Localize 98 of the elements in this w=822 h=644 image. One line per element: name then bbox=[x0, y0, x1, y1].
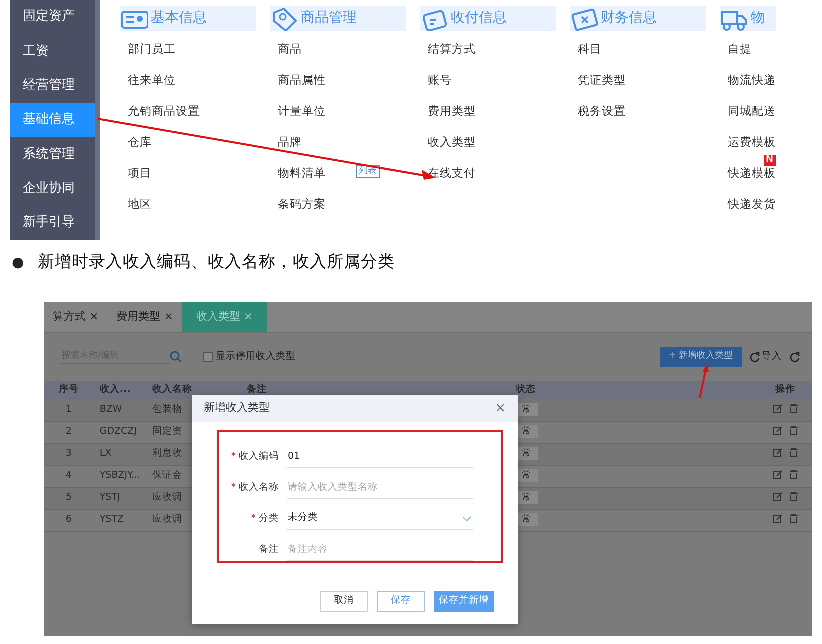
table-cell: 3 bbox=[44, 443, 94, 465]
required-mark: * bbox=[231, 450, 236, 462]
menu-link[interactable]: 同城配送 bbox=[728, 103, 776, 120]
ticket-icon bbox=[570, 6, 598, 30]
table-cell: YSTZ bbox=[94, 509, 146, 531]
checkbox-label: 显示停用收入类型 bbox=[216, 350, 296, 364]
header-title: 物 bbox=[751, 9, 765, 28]
menu-link[interactable]: 账号 bbox=[428, 72, 452, 90]
status-tag: 常 bbox=[516, 512, 538, 526]
sidebar-item[interactable]: 经营管理 bbox=[10, 68, 95, 103]
menu-link[interactable]: 往来单位 bbox=[128, 72, 176, 90]
status-tag: 常 bbox=[516, 402, 538, 416]
table-cell: 6 bbox=[44, 509, 94, 531]
menu-link[interactable]: 仓库 bbox=[128, 134, 152, 152]
menu-link[interactable]: 允销商品设置 bbox=[128, 103, 200, 120]
tag-icon bbox=[270, 6, 298, 30]
menu-link[interactable]: 快递模板 bbox=[728, 165, 776, 182]
add-button[interactable]: + 新增收入类型 bbox=[660, 347, 742, 367]
input-field[interactable]: 备注内容 bbox=[287, 539, 473, 561]
table-cell: LX bbox=[94, 443, 146, 465]
menu-link[interactable]: 科目 bbox=[578, 41, 602, 58]
column-header: 收入... bbox=[94, 381, 146, 399]
dialog-button[interactable]: 取消 bbox=[320, 591, 368, 612]
field-label: 备注 bbox=[258, 542, 280, 557]
column-header: 状态 bbox=[510, 381, 760, 399]
menu-link[interactable]: 商品 bbox=[278, 41, 302, 58]
menu-link[interactable]: 物料清单 bbox=[278, 165, 326, 182]
trash-icon[interactable] bbox=[788, 404, 799, 414]
menu-link[interactable]: 商品属性 bbox=[278, 72, 326, 90]
table-cell: 1 bbox=[44, 399, 94, 421]
trash-icon[interactable] bbox=[788, 426, 799, 436]
tab[interactable]: 算方式 × bbox=[44, 302, 108, 332]
status-tag: 常 bbox=[516, 446, 538, 460]
table-cell: 2 bbox=[44, 421, 94, 443]
menu-link[interactable]: 部门员工 bbox=[128, 41, 176, 58]
button-label: 导入 bbox=[762, 350, 782, 364]
table-cell: 4 bbox=[44, 465, 94, 487]
close-button[interactable]: × bbox=[495, 398, 506, 418]
sidebar-item[interactable]: 工资 bbox=[10, 34, 95, 69]
menu-link[interactable]: 条码方案 bbox=[278, 196, 326, 214]
status-tag: 常 bbox=[516, 490, 538, 504]
refresh-icon bbox=[750, 352, 760, 362]
edit-icon[interactable] bbox=[772, 448, 783, 458]
header-title: 收付信息 bbox=[451, 9, 507, 28]
trash-icon[interactable] bbox=[788, 470, 799, 480]
sidebar-item[interactable]: 新手引导 bbox=[10, 206, 95, 240]
edit-icon[interactable] bbox=[772, 404, 783, 414]
menu-link[interactable]: 收入类型 bbox=[428, 134, 476, 152]
header-title: 商品管理 bbox=[301, 9, 357, 28]
input-field[interactable]: 请输入收入类型名称 bbox=[287, 477, 473, 499]
required-mark: * bbox=[251, 512, 256, 524]
menu-link[interactable]: 税务设置 bbox=[578, 103, 626, 120]
sidebar-item[interactable]: 固定资产 bbox=[10, 0, 95, 34]
sidebar-item[interactable]: 系统管理 bbox=[10, 137, 95, 172]
new-badge: N bbox=[764, 155, 776, 166]
edit-icon[interactable] bbox=[772, 470, 783, 480]
menu-link[interactable]: 自提 bbox=[728, 41, 752, 58]
status-tag: 常 bbox=[516, 468, 538, 482]
menu-link[interactable]: 运费模板 bbox=[728, 134, 776, 152]
table-cell: YSBZJY... bbox=[94, 465, 146, 487]
bullet-icon: ● bbox=[12, 250, 24, 274]
menu-link[interactable]: 项目 bbox=[128, 165, 152, 182]
column-header: 序号 bbox=[44, 381, 94, 399]
tab[interactable]: 费用类型 × bbox=[108, 302, 182, 332]
menu-link[interactable]: 品牌 bbox=[278, 134, 302, 152]
status-tag: 常 bbox=[516, 424, 538, 438]
bullet-text: 新增时录入收入编码、收入名称，收入所属分类 bbox=[38, 251, 396, 273]
table-cell: BZW bbox=[94, 399, 146, 421]
import-button[interactable]: 导入 bbox=[750, 350, 782, 364]
menu-link[interactable]: 快递发货 bbox=[728, 196, 776, 214]
checkbox[interactable] bbox=[203, 352, 213, 362]
header-title: 财务信息 bbox=[601, 9, 657, 28]
table-cell: GDZCZJ bbox=[94, 421, 146, 443]
sidebar-item[interactable]: 企业协同 bbox=[10, 171, 95, 206]
select-field[interactable]: 未分类 bbox=[287, 508, 473, 530]
refresh-icon bbox=[790, 352, 800, 362]
menu-link[interactable]: 计量单位 bbox=[278, 103, 326, 120]
pointer-arrow bbox=[699, 364, 709, 398]
input-field[interactable]: 01 bbox=[287, 446, 473, 468]
field-label: * 分类 bbox=[250, 512, 280, 526]
chevron-icon bbox=[462, 516, 472, 522]
search-icon bbox=[170, 351, 182, 363]
column-header: 操作 bbox=[759, 381, 812, 399]
menu-link[interactable]: 物流快递 bbox=[728, 72, 776, 90]
select-value: 未分类 bbox=[288, 511, 318, 526]
trash-icon[interactable] bbox=[788, 514, 799, 524]
table-cell: 5 bbox=[44, 487, 94, 509]
edit-icon[interactable] bbox=[772, 492, 783, 502]
menu-link[interactable]: 结算方式 bbox=[428, 41, 476, 58]
menu-link[interactable]: 费用类型 bbox=[428, 103, 476, 120]
menu-link[interactable]: 地区 bbox=[128, 196, 152, 214]
menu-link[interactable]: 凭证类型 bbox=[578, 72, 626, 90]
trash-icon[interactable] bbox=[788, 492, 799, 502]
edit-icon[interactable] bbox=[772, 514, 783, 524]
header-title: 基本信息 bbox=[151, 9, 207, 28]
trash-icon[interactable] bbox=[788, 448, 799, 458]
table-cell: YSTJ bbox=[94, 487, 146, 509]
edit-icon[interactable] bbox=[772, 426, 783, 436]
